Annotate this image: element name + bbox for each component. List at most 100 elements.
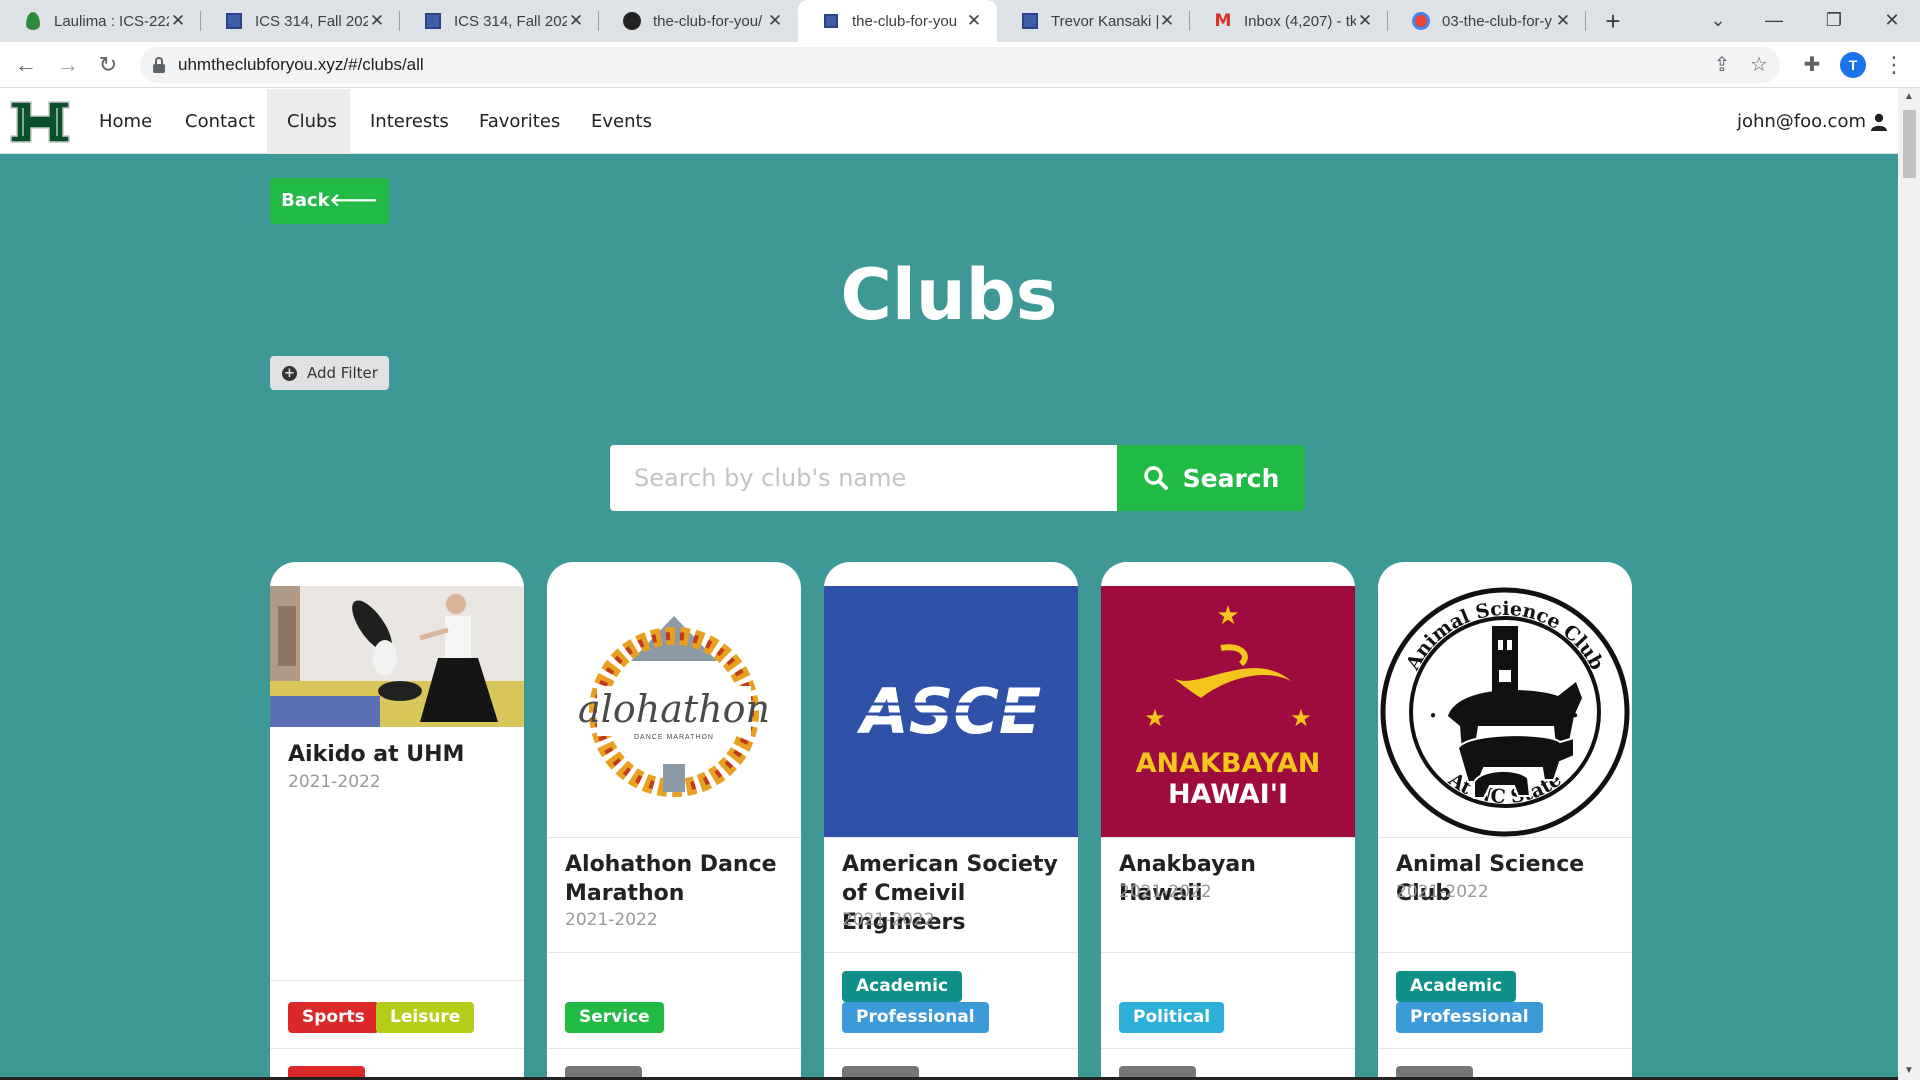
tab-title: Inbox (4,207) - tk xyxy=(1244,12,1356,30)
browser-tab-active[interactable]: the-club-for-you ✕ xyxy=(798,0,997,42)
tag-academic: Academic xyxy=(842,971,963,1002)
browser-tab[interactable]: 03-the-club-for-y ✕ xyxy=(1388,0,1586,42)
club-card[interactable]: Aikido at UHM 2021-2022 Sports Leisure ♥ xyxy=(270,562,524,1080)
document-icon xyxy=(225,12,243,30)
tab-title: the-club-for-you/ xyxy=(653,12,763,30)
svg-text:●: ● xyxy=(1430,710,1436,721)
profile-avatar[interactable]: T xyxy=(1840,52,1866,78)
tag-professional: Professional xyxy=(1396,1002,1543,1033)
club-name: Alohathon Dance Marathon xyxy=(565,852,777,906)
club-card[interactable]: Animal Science Club At NC State ● ● Anim… xyxy=(1378,562,1632,1080)
site-navbar: Home Contact Clubs Interests Favorites E… xyxy=(0,89,1898,154)
document-icon xyxy=(822,12,840,30)
search-button[interactable]: Search xyxy=(1117,445,1305,511)
new-tab-button[interactable]: + xyxy=(1598,6,1628,36)
club-year: 2021-2022 xyxy=(1119,882,1212,902)
tab-title: ICS 314, Fall 2021 xyxy=(255,12,368,30)
nav-favorites[interactable]: Favorites xyxy=(459,89,580,154)
tab-title: ICS 314, Fall 2021 xyxy=(454,12,567,30)
asce-logo-text: ASCE xyxy=(856,675,1042,748)
window-close-icon[interactable]: ✕ xyxy=(1864,0,1920,42)
lock-icon xyxy=(152,57,166,73)
scroll-up-arrow-icon[interactable]: ▲ xyxy=(1898,88,1920,106)
tab-title: Laulima : ICS-222 xyxy=(54,12,169,30)
page-title: Clubs xyxy=(840,254,1058,336)
gmail-icon: M xyxy=(1214,11,1232,31)
bookmark-star-icon[interactable]: ☆ xyxy=(1744,47,1774,83)
browser-toolbar: ← → ↻ uhmtheclubforyou.xyz/#/clubs/all ⇪… xyxy=(0,42,1920,88)
minimize-icon[interactable]: — xyxy=(1746,0,1802,42)
browser-menu-icon[interactable]: ⋮ xyxy=(1882,50,1906,80)
document-icon xyxy=(424,12,442,30)
user-icon xyxy=(1871,113,1887,131)
tab-title: the-club-for-you xyxy=(852,12,958,30)
alohathon-logo: alohathon DANCE MARATHON xyxy=(547,586,801,837)
tag-service: Service xyxy=(565,1002,664,1033)
close-icon[interactable]: ✕ xyxy=(169,11,187,31)
svg-text:★: ★ xyxy=(1144,704,1166,732)
nav-home[interactable]: Home xyxy=(79,89,172,154)
alohathon-logo-text: alohathon xyxy=(578,687,770,731)
club-name: Aikido at UHM xyxy=(288,742,465,767)
club-card[interactable]: ASCE American Society of Cmeivil Enginee… xyxy=(824,562,1078,1080)
close-icon[interactable]: ✕ xyxy=(965,11,983,31)
tab-title: 03-the-club-for-y xyxy=(1442,12,1553,30)
search-icon xyxy=(1143,466,1168,490)
tag-academic: Academic xyxy=(1396,971,1517,1002)
uh-logo[interactable] xyxy=(9,98,71,146)
url-text[interactable]: uhmtheclubforyou.xyz/#/clubs/all xyxy=(178,47,424,83)
club-year: 2021-2022 xyxy=(842,910,935,930)
tab-title: Trevor Kansaki | P xyxy=(1051,12,1158,30)
nav-interests[interactable]: Interests xyxy=(350,89,469,154)
browser-tab-strip: Laulima : ICS-222 ✕ ICS 314, Fall 2021 ✕… xyxy=(0,0,1920,42)
tag-leisure: Leisure xyxy=(376,1002,475,1033)
nav-contact[interactable]: Contact xyxy=(165,89,275,154)
tab-search-chevron-icon[interactable]: ⌄ xyxy=(1690,0,1746,42)
arrow-left-icon: 🡐 xyxy=(329,190,378,211)
club-year: 2021-2022 xyxy=(565,910,658,930)
scroll-down-arrow-icon[interactable]: ▼ xyxy=(1898,1062,1920,1080)
back-button[interactable]: Back🡐 xyxy=(270,178,389,224)
scrollbar-thumb[interactable] xyxy=(1903,110,1916,178)
browser-tab[interactable]: ICS 314, Fall 2021 ✕ xyxy=(400,0,599,42)
close-icon[interactable]: ✕ xyxy=(766,11,784,31)
page-scrollbar[interactable]: ▲ ▼ xyxy=(1898,88,1920,1080)
club-card[interactable]: alohathon DANCE MARATHON Alohathon Dance… xyxy=(547,562,801,1080)
search-input[interactable] xyxy=(610,445,1117,511)
extensions-puzzle-icon[interactable]: ✚ xyxy=(1796,49,1828,81)
restore-icon[interactable]: ❐ xyxy=(1806,0,1862,42)
add-filter-label: Add Filter xyxy=(307,364,378,382)
slides-icon xyxy=(1412,12,1430,30)
back-arrow-icon[interactable]: ← xyxy=(10,49,42,81)
browser-tab[interactable]: ICS 314, Fall 2021 ✕ xyxy=(201,0,400,42)
leaf-icon xyxy=(24,12,42,30)
close-icon[interactable]: ✕ xyxy=(1158,11,1176,31)
nav-events[interactable]: Events xyxy=(571,89,672,154)
browser-tab[interactable]: M Inbox (4,207) - tk ✕ xyxy=(1190,0,1388,42)
add-filter-button[interactable]: + Add Filter xyxy=(270,356,389,390)
user-menu[interactable]: john@foo.com xyxy=(1737,89,1888,154)
address-bar[interactable]: uhmtheclubforyou.xyz/#/clubs/all ⇪ ☆ xyxy=(140,47,1780,83)
anakbayan-logo-subtext: HAWAI'I xyxy=(1168,779,1288,810)
clubs-page: Back🡐 Clubs + Add Filter Search Aik xyxy=(0,154,1898,1080)
svg-text:●: ● xyxy=(1572,710,1578,721)
club-year: 2021-2022 xyxy=(288,772,381,792)
close-icon[interactable]: ✕ xyxy=(1554,11,1572,31)
close-icon[interactable]: ✕ xyxy=(368,11,386,31)
close-icon[interactable]: ✕ xyxy=(567,11,585,31)
browser-tab[interactable]: the-club-for-you/ ✕ xyxy=(599,0,798,42)
reload-icon[interactable]: ↻ xyxy=(92,49,124,81)
share-icon[interactable]: ⇪ xyxy=(1707,47,1737,83)
anakbayan-logo-text: ANAKBAYAN xyxy=(1136,748,1321,779)
forward-arrow-icon[interactable]: → xyxy=(52,49,84,81)
asce-logo: ASCE xyxy=(824,586,1078,837)
close-icon[interactable]: ✕ xyxy=(1356,11,1374,31)
club-card[interactable]: ★ ★ ★ ANAKBAYAN HAWAI'I Anakbayan Hawaii… xyxy=(1101,562,1355,1080)
browser-tab[interactable]: Laulima : ICS-222 ✕ xyxy=(0,0,201,42)
nav-clubs[interactable]: Clubs xyxy=(267,89,350,154)
github-icon xyxy=(623,12,641,30)
tag-professional: Professional xyxy=(842,1002,989,1033)
browser-tab[interactable]: Trevor Kansaki | P ✕ xyxy=(997,0,1190,42)
anakbayan-logo: ★ ★ ★ ANAKBAYAN HAWAI'I xyxy=(1101,586,1355,837)
club-year: 2021-2022 xyxy=(1396,882,1489,902)
